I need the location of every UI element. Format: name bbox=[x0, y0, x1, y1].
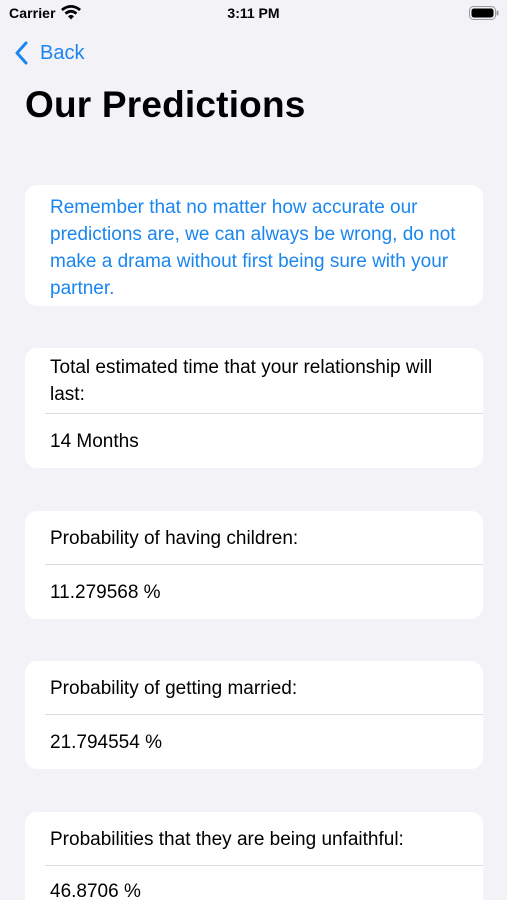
children-probability-card: Probability of having children: 11.27956… bbox=[25, 511, 483, 619]
row-divider bbox=[45, 564, 483, 565]
prediction-label: Probability of having children: bbox=[50, 528, 299, 549]
status-time: 3:11 PM bbox=[227, 5, 280, 21]
back-label: Back bbox=[40, 41, 85, 64]
prediction-label: Total estimated time that your relations… bbox=[50, 357, 433, 405]
chevron-left-icon bbox=[15, 41, 28, 65]
unfaithful-probability-card: Probabilities that they are being unfait… bbox=[25, 812, 483, 900]
prediction-value: 14 Months bbox=[50, 431, 139, 452]
predictions-screen: Carrier 3:11 PM Back Our Predictions Rem… bbox=[0, 0, 507, 900]
disclaimer-text: Remember that no matter how accurate our… bbox=[50, 197, 456, 299]
row-divider bbox=[45, 865, 483, 866]
prediction-value: 21.794554 % bbox=[50, 732, 162, 753]
status-bar: Carrier 3:11 PM bbox=[0, 0, 507, 30]
marriage-probability-card: Probability of getting married: 21.79455… bbox=[25, 661, 483, 769]
prediction-value: 46.8706 % bbox=[50, 881, 141, 900]
back-button[interactable]: Back bbox=[14, 38, 84, 68]
row-divider bbox=[45, 714, 483, 715]
page-title: Our Predictions bbox=[25, 84, 306, 125]
disclaimer-card: Remember that no matter how accurate our… bbox=[25, 185, 483, 306]
prediction-value: 11.279568 % bbox=[50, 582, 161, 603]
prediction-label: Probabilities that they are being unfait… bbox=[50, 829, 404, 850]
prediction-label: Probability of getting married: bbox=[50, 678, 298, 699]
battery-icon bbox=[469, 6, 499, 20]
relationship-duration-card: Total estimated time that your relations… bbox=[25, 348, 483, 468]
row-divider bbox=[45, 413, 483, 414]
